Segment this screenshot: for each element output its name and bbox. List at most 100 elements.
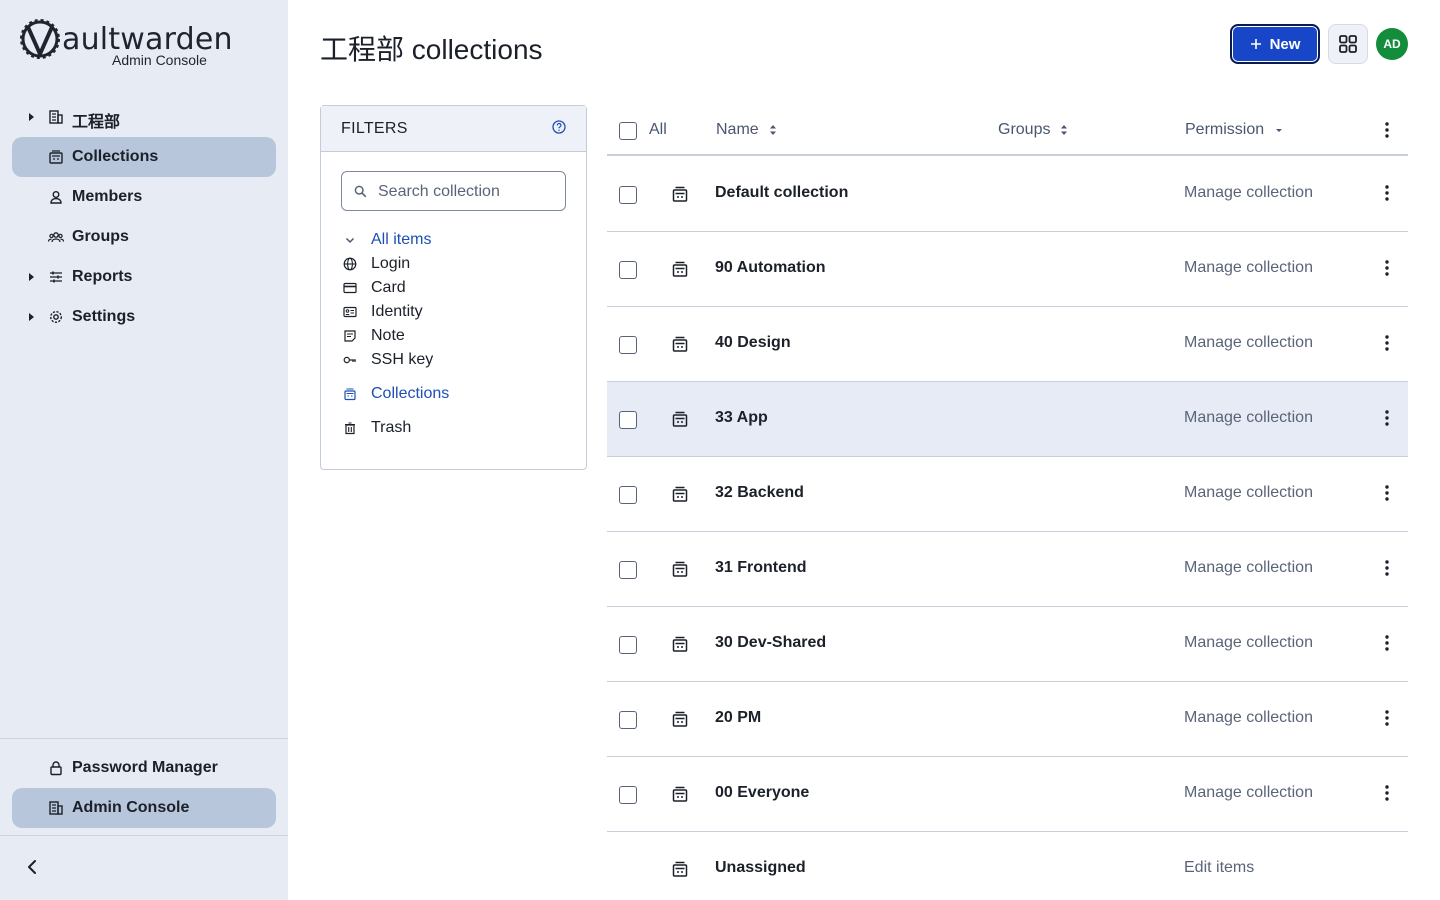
users-icon xyxy=(48,232,64,243)
filter-type-note[interactable]: Note xyxy=(343,325,563,347)
sidebar-item-reports[interactable]: Reports xyxy=(12,257,276,297)
table-row[interactable]: 32 Backend Manage collection xyxy=(607,457,1408,532)
more-options-icon[interactable] xyxy=(1379,183,1395,203)
table-header: All Name Groups Permission xyxy=(607,105,1408,156)
table-row[interactable]: 00 Everyone Manage collection xyxy=(607,757,1408,832)
sidebar-item-groups[interactable]: Groups xyxy=(12,217,276,257)
filter-all-items[interactable]: All items xyxy=(343,229,563,251)
sort-name-header[interactable]: Name xyxy=(716,121,777,139)
collection-icon xyxy=(672,186,688,202)
row-checkbox[interactable] xyxy=(619,486,637,504)
collection-icon xyxy=(672,786,688,802)
filter-type-card[interactable]: Card xyxy=(343,277,563,299)
more-options-icon[interactable] xyxy=(1379,783,1395,803)
page-title: 工程部 collections xyxy=(320,34,543,65)
collection-icon xyxy=(672,711,688,727)
row-checkbox[interactable] xyxy=(619,336,637,354)
table-row[interactable]: 30 Dev-Shared Manage collection xyxy=(607,607,1408,682)
table-row[interactable]: 40 Design Manage collection xyxy=(607,307,1408,382)
collection-icon xyxy=(672,561,688,577)
table-row[interactable]: 20 PM Manage collection xyxy=(607,682,1408,757)
sidebar-item-label: Settings xyxy=(72,308,136,325)
sidebar-item-organization[interactable]: 工程部 xyxy=(12,97,276,137)
search-input[interactable] xyxy=(378,180,558,204)
chevron-down-icon[interactable] xyxy=(343,233,357,247)
product-switcher-button[interactable] xyxy=(1328,24,1368,64)
collection-name[interactable]: 00 Everyone xyxy=(715,784,809,802)
row-checkbox[interactable] xyxy=(619,561,637,579)
sort-groups-header[interactable]: Groups xyxy=(998,121,1068,139)
org-icon xyxy=(49,110,63,124)
row-checkbox[interactable] xyxy=(619,411,637,429)
sliders-icon xyxy=(50,271,62,283)
filter-label: SSH key xyxy=(371,351,434,368)
collapse-sidebar-icon[interactable] xyxy=(22,856,42,878)
filter-type-identity[interactable]: Identity xyxy=(343,301,563,323)
collection-permission: Manage collection xyxy=(1184,484,1313,501)
row-checkbox[interactable] xyxy=(619,711,637,729)
caret-right-icon[interactable] xyxy=(26,111,36,123)
question-circle-icon[interactable] xyxy=(552,120,566,134)
search-collection-field[interactable] xyxy=(341,171,566,211)
table-row[interactable]: Default collection Manage collection xyxy=(607,157,1408,232)
sort-permission-header[interactable]: Permission xyxy=(1185,121,1284,139)
sort-icon xyxy=(769,125,776,135)
table-row[interactable]: 90 Automation Manage collection xyxy=(607,232,1408,307)
new-button[interactable]: New xyxy=(1230,24,1320,64)
collection-permission: Manage collection xyxy=(1184,784,1313,801)
row-checkbox[interactable] xyxy=(619,261,637,279)
sidebar-item-password-manager[interactable]: Password Manager xyxy=(12,748,276,788)
avatar[interactable]: AD xyxy=(1376,28,1408,60)
grid-icon xyxy=(1339,35,1357,53)
collection-permission: Manage collection xyxy=(1184,184,1313,201)
filters-panel: FILTERS All items Login Card Identity No… xyxy=(320,105,587,470)
more-options-icon[interactable] xyxy=(1379,258,1395,278)
collection-permission: Manage collection xyxy=(1184,709,1313,726)
caret-right-icon[interactable] xyxy=(26,311,36,323)
collection-permission: Manage collection xyxy=(1184,409,1313,426)
collection-name[interactable]: 90 Automation xyxy=(715,259,826,277)
collection-name[interactable]: Default collection xyxy=(715,184,848,202)
collection-name[interactable]: 33 App xyxy=(715,409,768,427)
filter-type-ssh-key[interactable]: SSH key xyxy=(343,349,563,371)
collection-name[interactable]: 40 Design xyxy=(715,334,791,352)
more-options-icon[interactable] xyxy=(1379,633,1395,653)
product-switcher: Password Manager Admin Console xyxy=(0,738,288,836)
sidebar-item-members[interactable]: Members xyxy=(12,177,276,217)
collection-icon xyxy=(672,411,688,427)
filter-collections[interactable]: Collections xyxy=(343,383,563,405)
more-options-icon[interactable] xyxy=(1379,483,1395,503)
table-row[interactable]: Unassigned Edit items xyxy=(607,832,1408,900)
more-options-icon[interactable] xyxy=(1379,558,1395,578)
filter-label: Trash xyxy=(371,419,412,436)
select-all-label[interactable]: All xyxy=(649,121,667,139)
filter-trash[interactable]: Trash xyxy=(343,417,563,439)
more-options-icon[interactable] xyxy=(1379,708,1395,728)
collection-name[interactable]: 31 Frontend xyxy=(715,559,807,577)
row-checkbox[interactable] xyxy=(619,786,637,804)
sidebar-item-label: Collections xyxy=(72,148,159,165)
more-options-icon[interactable] xyxy=(1379,120,1395,140)
row-checkbox[interactable] xyxy=(619,186,637,204)
collection-name[interactable]: 20 PM xyxy=(715,709,761,727)
collection-name[interactable]: Unassigned xyxy=(715,859,806,877)
collection-permission: Manage collection xyxy=(1184,259,1313,276)
filters-header: FILTERS xyxy=(321,106,586,152)
sidebar-item-settings[interactable]: Settings xyxy=(12,297,276,337)
collection-name[interactable]: 32 Backend xyxy=(715,484,804,502)
select-all-checkbox[interactable] xyxy=(619,122,637,140)
table-row[interactable]: 31 Frontend Manage collection xyxy=(607,532,1408,607)
vaultwarden-logo[interactable]: aultwarden Admin Console xyxy=(20,18,240,68)
caret-right-icon[interactable] xyxy=(26,271,36,283)
sidebar-item-collections[interactable]: Collections xyxy=(12,137,276,177)
collection-name[interactable]: 30 Dev-Shared xyxy=(715,634,826,652)
filter-type-login[interactable]: Login xyxy=(343,253,563,275)
user-icon xyxy=(50,191,62,204)
table-row[interactable]: 33 App Manage collection xyxy=(607,382,1408,457)
sidebar-item-admin-console[interactable]: Admin Console xyxy=(12,788,276,828)
row-checkbox[interactable] xyxy=(619,636,637,654)
more-options-icon[interactable] xyxy=(1379,408,1395,428)
logo-subtitle: Admin Console xyxy=(112,52,207,68)
sidebar-item-label: Password Manager xyxy=(72,759,218,776)
more-options-icon[interactable] xyxy=(1379,333,1395,353)
